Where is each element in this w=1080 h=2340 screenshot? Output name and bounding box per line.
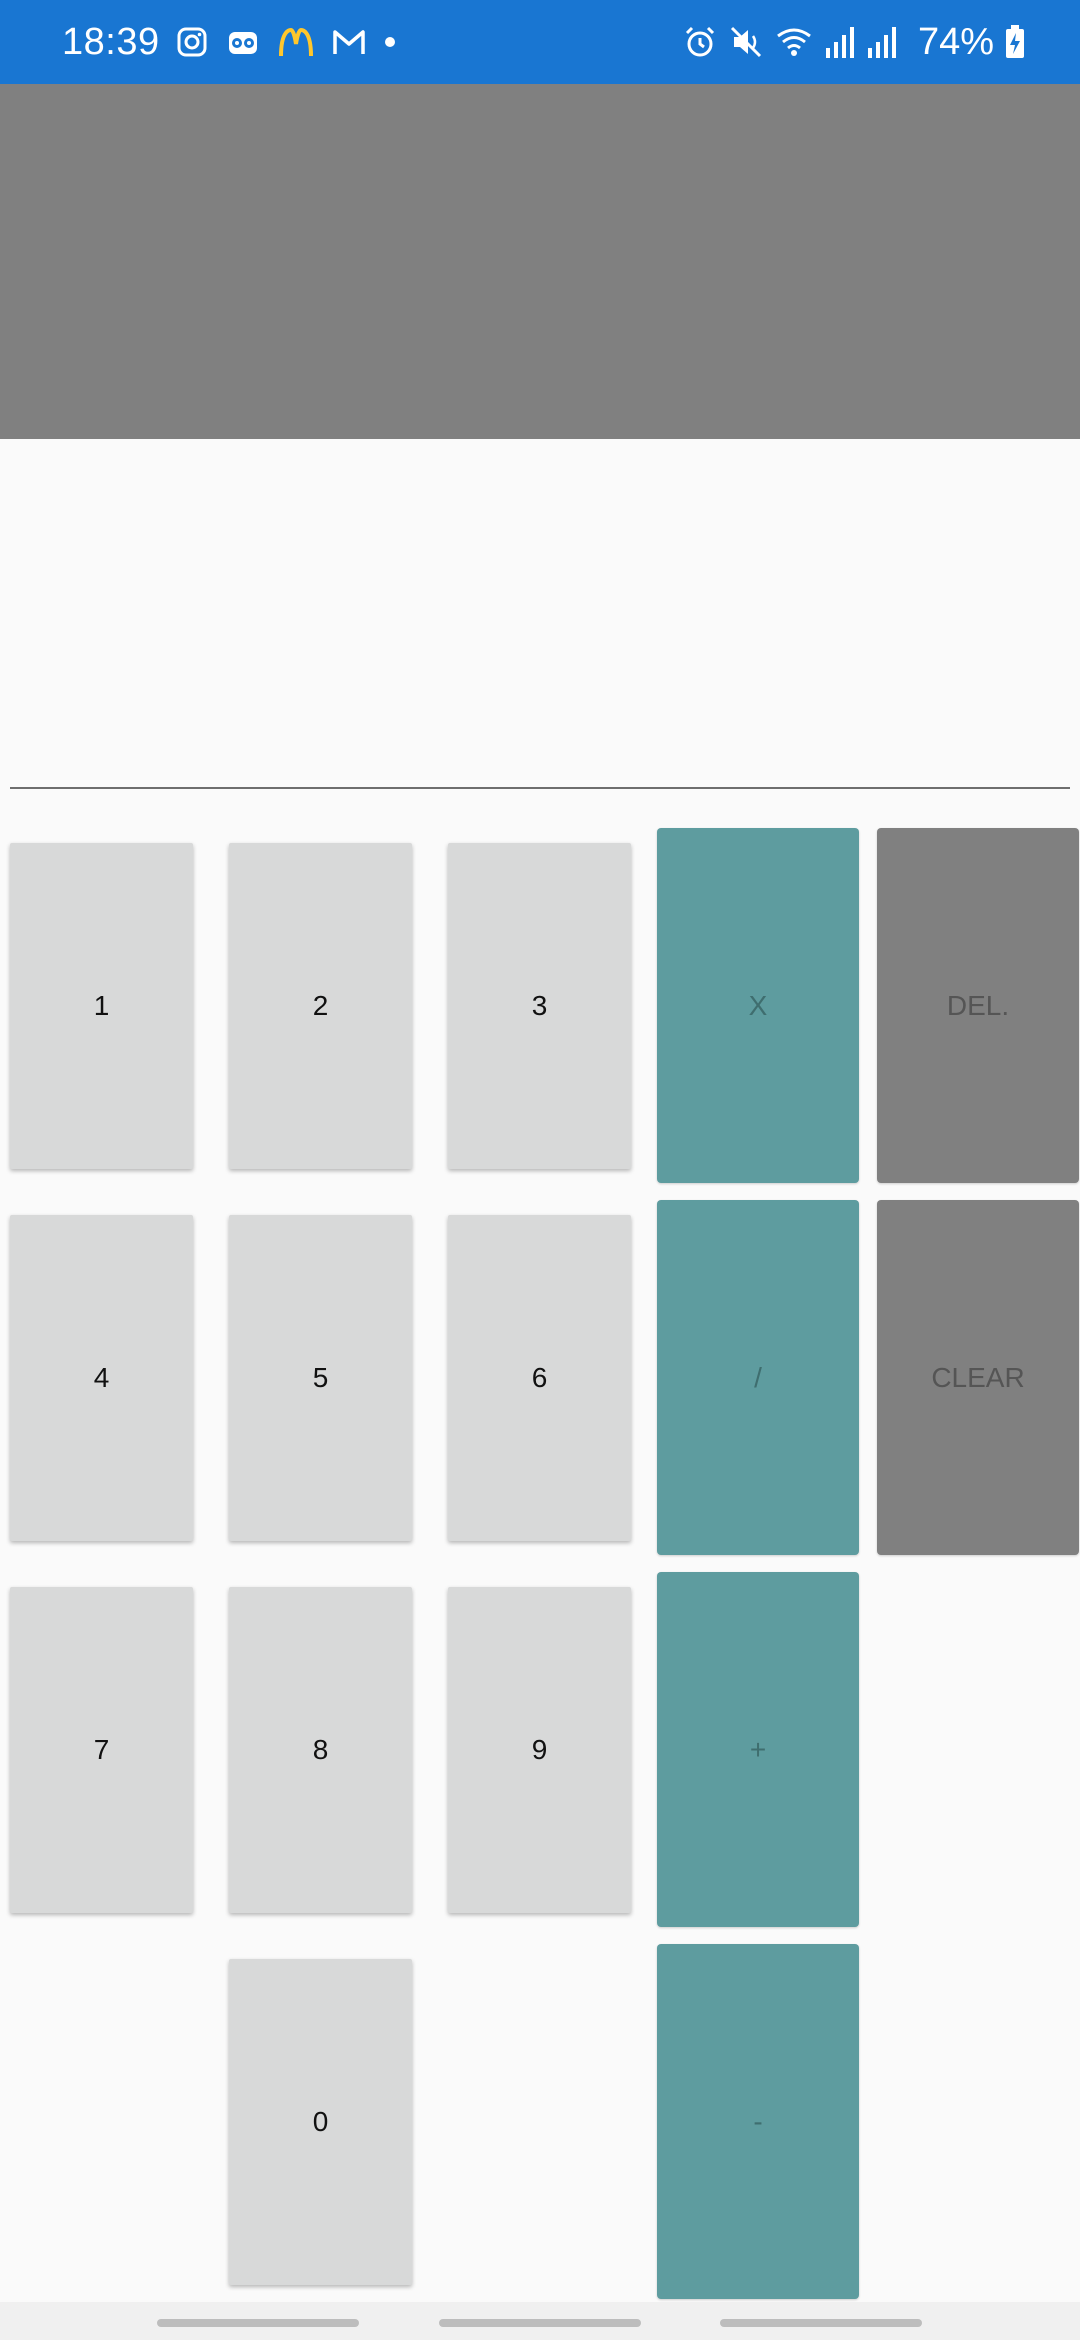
instagram-icon bbox=[177, 27, 207, 57]
result-display bbox=[0, 84, 1080, 439]
key-label: 2 bbox=[312, 990, 329, 1021]
signal-icon bbox=[825, 27, 854, 58]
gmail-icon bbox=[333, 30, 365, 54]
key-label: / bbox=[754, 1361, 762, 1393]
notification-icons bbox=[176, 24, 396, 60]
key-label: 0 bbox=[312, 2106, 329, 2137]
recent-apps-button[interactable] bbox=[157, 2319, 359, 2327]
key-5[interactable]: 5 bbox=[229, 1215, 412, 1541]
system-status-icons: 74% bbox=[682, 18, 1026, 66]
battery-charging-icon bbox=[1006, 25, 1024, 58]
divide-button[interactable]: / bbox=[657, 1200, 859, 1555]
multiply-button[interactable]: X bbox=[657, 828, 859, 1183]
navigation-bar bbox=[0, 2302, 1080, 2340]
signal-icon bbox=[867, 27, 896, 58]
key-label: 1 bbox=[93, 990, 110, 1021]
mute-icon bbox=[730, 26, 761, 58]
key-8[interactable]: 8 bbox=[229, 1587, 412, 1913]
key-label: 6 bbox=[531, 1362, 548, 1393]
key-label: X bbox=[748, 989, 768, 1021]
status-bar: 18:39 74% bbox=[0, 0, 1080, 84]
key-label: + bbox=[749, 1733, 767, 1765]
key-label: 9 bbox=[531, 1734, 548, 1765]
clear-button[interactable]: CLEAR bbox=[877, 1200, 1079, 1555]
expression-area bbox=[0, 439, 1080, 790]
subtract-button[interactable]: - bbox=[657, 1944, 859, 2299]
wifi-icon bbox=[777, 28, 811, 56]
mcdonalds-icon bbox=[279, 27, 313, 57]
key-label: 8 bbox=[312, 1734, 329, 1765]
key-label: 4 bbox=[93, 1362, 110, 1393]
alarm-icon bbox=[685, 26, 714, 57]
key-7[interactable]: 7 bbox=[10, 1587, 193, 1913]
key-0[interactable]: 0 bbox=[229, 1959, 412, 2285]
key-label: CLEAR bbox=[931, 1361, 1025, 1393]
dot-icon bbox=[385, 37, 395, 47]
key-4[interactable]: 4 bbox=[10, 1215, 193, 1541]
battery-percentage: 74% bbox=[917, 21, 994, 63]
key-2[interactable]: 2 bbox=[229, 843, 412, 1169]
back-button[interactable] bbox=[720, 2319, 922, 2327]
key-label: DEL. bbox=[946, 989, 1010, 1021]
delete-button[interactable]: DEL. bbox=[877, 828, 1079, 1183]
key-1[interactable]: 1 bbox=[10, 843, 193, 1169]
key-3[interactable]: 3 bbox=[448, 843, 631, 1169]
status-time: 18:39 bbox=[62, 21, 160, 63]
key-6[interactable]: 6 bbox=[448, 1215, 631, 1541]
key-label: 7 bbox=[93, 1734, 110, 1765]
key-label: 5 bbox=[312, 1362, 329, 1393]
tripadvisor-icon bbox=[229, 32, 257, 54]
home-button[interactable] bbox=[439, 2319, 641, 2327]
key-9[interactable]: 9 bbox=[448, 1587, 631, 1913]
divider bbox=[10, 787, 1070, 789]
key-label: 3 bbox=[531, 990, 548, 1021]
add-button[interactable]: + bbox=[657, 1572, 859, 1927]
key-label: - bbox=[753, 2105, 763, 2137]
